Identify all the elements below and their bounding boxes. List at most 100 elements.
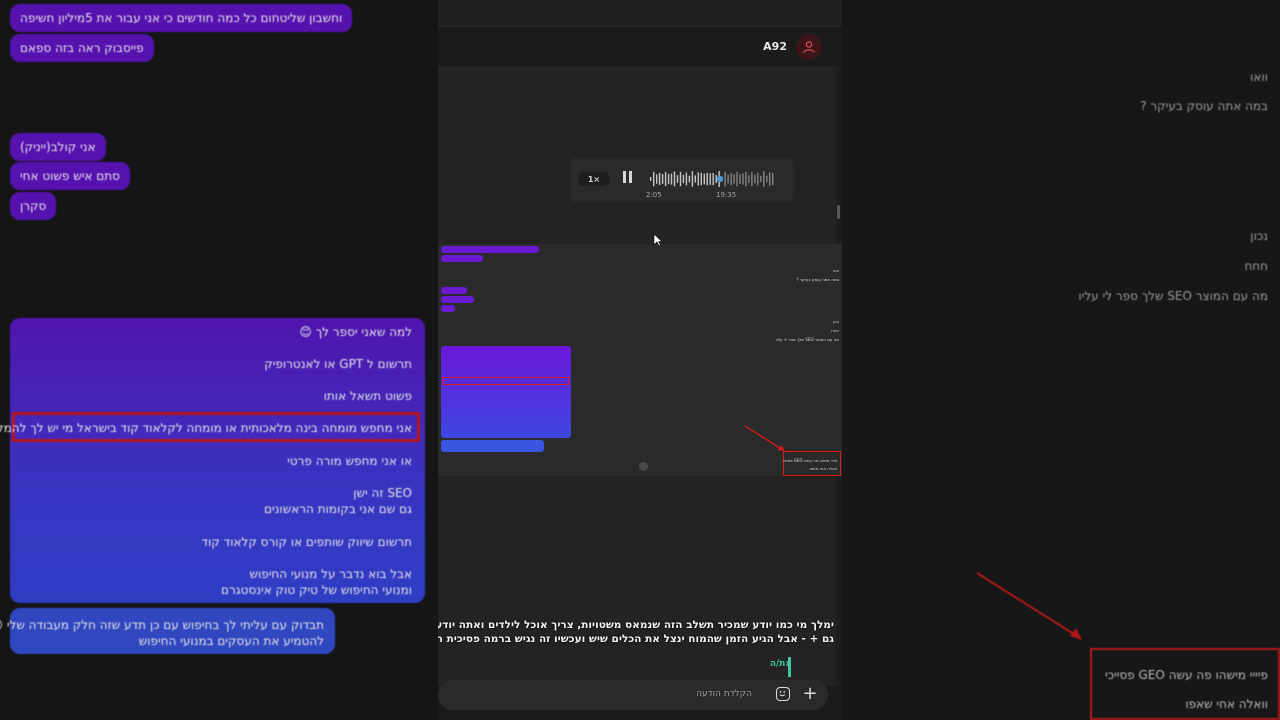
left-block-line: תרשום ל GPT או לאנטרופיק [264,357,412,371]
waveform-bar [766,175,768,183]
waveform-bar [700,172,702,186]
mini-bubble [441,305,455,312]
right-line: וואו [1250,70,1268,84]
background-right-panel: וואו במה אתה עוסק בעיקר ? נכון חחח מה עם… [842,0,1280,720]
avatar[interactable] [796,34,822,60]
mini-bubble [441,246,539,253]
mini-text: במה אתה עוסק בעיקר ? [796,277,839,282]
left-block-line: SEO זה ישן [353,486,412,500]
right-line: מה עם המוצר SEO שלך ספר לי עליו [1078,289,1268,303]
waveform-bar [661,174,664,184]
left-block-line: אני מחפש מומחה בינה מלאכותית או מומחה לק… [0,421,412,435]
waveform-bar [682,174,685,184]
left-block-line: תרשום שיווק שותפים או קורס קלאוד קוד [201,535,412,549]
waveform[interactable] [650,170,775,188]
top-bar [438,0,842,27]
waveform-bar [763,171,765,187]
mini-text: וואו [833,268,839,273]
smiley-icon [779,691,786,697]
waveform-bar [772,173,774,185]
mini-text: מה עם המוצר SEO שלך ספר לי עליו [775,337,839,342]
left-block2-line: תבדוק עם עליתי לך בחיפוש עם כן תדע שזה ח… [0,618,324,632]
left-bubble-top: וחשבון שליטחום כל כמה חודשים כי אני עבור… [10,4,353,32]
pause-icon[interactable] [622,171,634,185]
waveform-bar [733,174,735,184]
waveform-bar [703,173,705,185]
right-line: במה אתה עוסק בעיקר ? [1140,99,1268,113]
left-bubble-small-2: סתם איש פשוט אחי [10,162,130,190]
voice-message-player[interactable]: 1× 2:05 19:35 [570,158,794,202]
right-line: חחח [1244,259,1268,273]
message-input[interactable]: הקלדת הודעה [696,689,752,699]
elapsed-time: 2:05 [646,191,662,199]
waveform-bar [715,174,717,184]
mini-bubble-blue [441,440,544,452]
attach-plus-icon[interactable]: + [802,685,818,703]
left-block-line: או אני מחפש מורה פרטי [287,454,412,468]
embedded-chat-screenshot: וואו במה אתה עוסק בעיקר ? נכון חחח מה עם… [438,244,842,476]
left-block-line: גם שם אני בקומות הראשונים [263,502,412,516]
waveform-bar [730,172,732,186]
waveform-bar [742,173,744,185]
mouse-cursor-icon [653,233,663,247]
mini-text: וואלה אחי שאפו [809,466,837,471]
waveform-bar [673,171,676,187]
video-caption: ימלך מי כמו יודע שמכיר תשלב הזה שנמאס מש… [438,618,834,646]
contact-name[interactable]: A92 [763,40,787,53]
mini-highlight-box [443,377,569,385]
mini-bubble [441,296,474,303]
scroll-indicator-dot [639,462,648,471]
waveform-bar [664,171,667,187]
waveform-bar [712,172,714,186]
waveform-bar [754,174,756,184]
left-bubble-small-3: סקרן [10,192,57,220]
waveform-bar [658,172,661,186]
user-icon [803,41,815,53]
waveform-bar [685,172,688,186]
scrollbar-thumb[interactable] [837,205,840,219]
right-line: נכון [1250,229,1268,243]
waveform-bar [650,177,652,181]
waveform-bar [748,175,750,183]
left-block-line: פשוט תשאל אותו [323,389,412,403]
waveform-bar [769,172,771,186]
waveform-bar [709,173,711,185]
waveform-bar [751,172,753,186]
waveform-bar [739,174,741,184]
waveform-bar [688,175,691,183]
caption-line-2: גם + - אבל הגיע הזמן שהמוח ינצל את הכלים… [438,633,834,645]
left-bubble-small-1: אני קולב(ייניק) [10,133,106,161]
waveform-bar [724,171,726,187]
waveform-bar [656,174,658,184]
left-block2-line: להטמיע את העסקים במנועי החיפוש [138,634,324,648]
left-block-line: למה שאני יספר לך 😊 [299,325,412,339]
mini-text: נכון [833,319,839,324]
waveform-bar [691,171,694,187]
red-arrow-icon [976,572,1082,640]
waveform-bar [667,173,670,185]
right-box-line: פיייי מישהו פה עשה GEO פסייכי [1105,668,1268,682]
waveform-bar [679,171,682,187]
sticker-icon[interactable] [776,687,790,701]
reply-preview[interactable]: את/ה [770,659,792,669]
waveform-bar [757,172,759,186]
waveform-bar [727,174,729,184]
mini-text: פיייי מישהו פה עשה GEO פסייכי [782,458,837,463]
mini-red-box: פיייי מישהו פה עשה GEO פסייכי וואלה אחי … [783,451,841,476]
right-box-line: וואלה אחי שאפו [1185,697,1268,711]
waveform-bar [694,175,696,183]
waveform-bar [760,175,762,182]
left-block-line: ומנועי החיפוש של טיק טוק אינסטגרם [220,583,412,597]
caption-line-1: ימלך מי כמו יודע שמכיר תשלב הזה שנמאס מש… [438,619,834,631]
waveform-bar [745,171,747,187]
waveform-bar [653,171,655,187]
waveform-bar [706,172,708,186]
playback-speed-button[interactable]: 1× [578,172,610,186]
playback-position-knob[interactable] [716,175,724,183]
total-time: 19:35 [716,191,737,199]
message-compose-bar[interactable]: הקלדת הודעה + [438,680,828,710]
chat-header[interactable]: A92 [438,28,842,66]
red-arrow-icon [744,425,785,451]
mini-bubble [441,255,483,262]
waveform-bar [676,175,679,183]
